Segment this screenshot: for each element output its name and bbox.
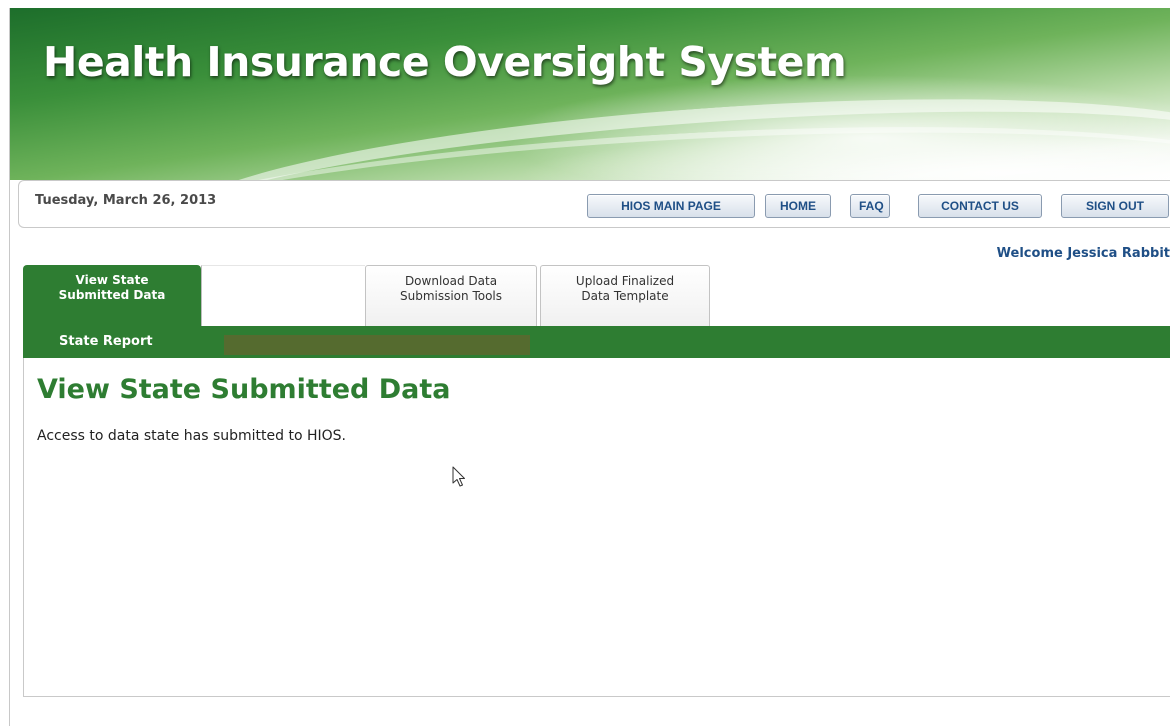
sign-out-button[interactable]: SIGN OUT [1061, 194, 1169, 218]
tab-label-line2: Data Template [581, 289, 669, 303]
hios-main-page-button[interactable]: HIOS MAIN PAGE [587, 194, 755, 218]
current-date: Tuesday, March 26, 2013 [35, 193, 217, 208]
tab-label-line1: View State [75, 273, 149, 287]
top-navigation-bar: Tuesday, March 26, 2013 HIOS MAIN PAGE H… [18, 180, 1170, 228]
tab-upload-finalized-data-template[interactable]: Upload Finalized Data Template [540, 265, 710, 327]
subnav-item-state-report[interactable]: State Report [59, 334, 153, 349]
faq-button[interactable]: FAQ [850, 194, 890, 218]
tab-label-line1: Upload Finalized [575, 274, 675, 288]
contact-us-button[interactable]: CONTACT US [918, 194, 1042, 218]
tab-label-line1: Download Data [404, 274, 498, 288]
tab-spacer [201, 265, 365, 327]
site-title: Health Insurance Oversight System [43, 38, 847, 86]
main-content-panel: View State Submitted Data Access to data… [23, 358, 1170, 697]
tab-label-line2: Submitted Data [58, 288, 166, 302]
home-button[interactable]: HOME [765, 194, 831, 218]
tab-label-line2: Submission Tools [399, 289, 503, 303]
header-banner: Health Insurance Oversight System [10, 8, 1170, 180]
subnav-highlight-bar [224, 335, 530, 355]
tab-download-data-submission-tools[interactable]: Download Data Submission Tools [365, 265, 537, 327]
welcome-message: Welcome Jessica Rabbit [996, 246, 1170, 261]
tab-view-state-submitted-data[interactable]: View State Submitted Data [23, 265, 201, 327]
hios-page: Health Insurance Oversight System Tuesda… [0, 0, 1170, 726]
page-title: View State Submitted Data [37, 374, 451, 405]
sub-navigation-bar: State Report [23, 326, 1170, 358]
mouse-pointer-icon [452, 466, 465, 487]
page-description: Access to data state has submitted to HI… [37, 428, 347, 444]
